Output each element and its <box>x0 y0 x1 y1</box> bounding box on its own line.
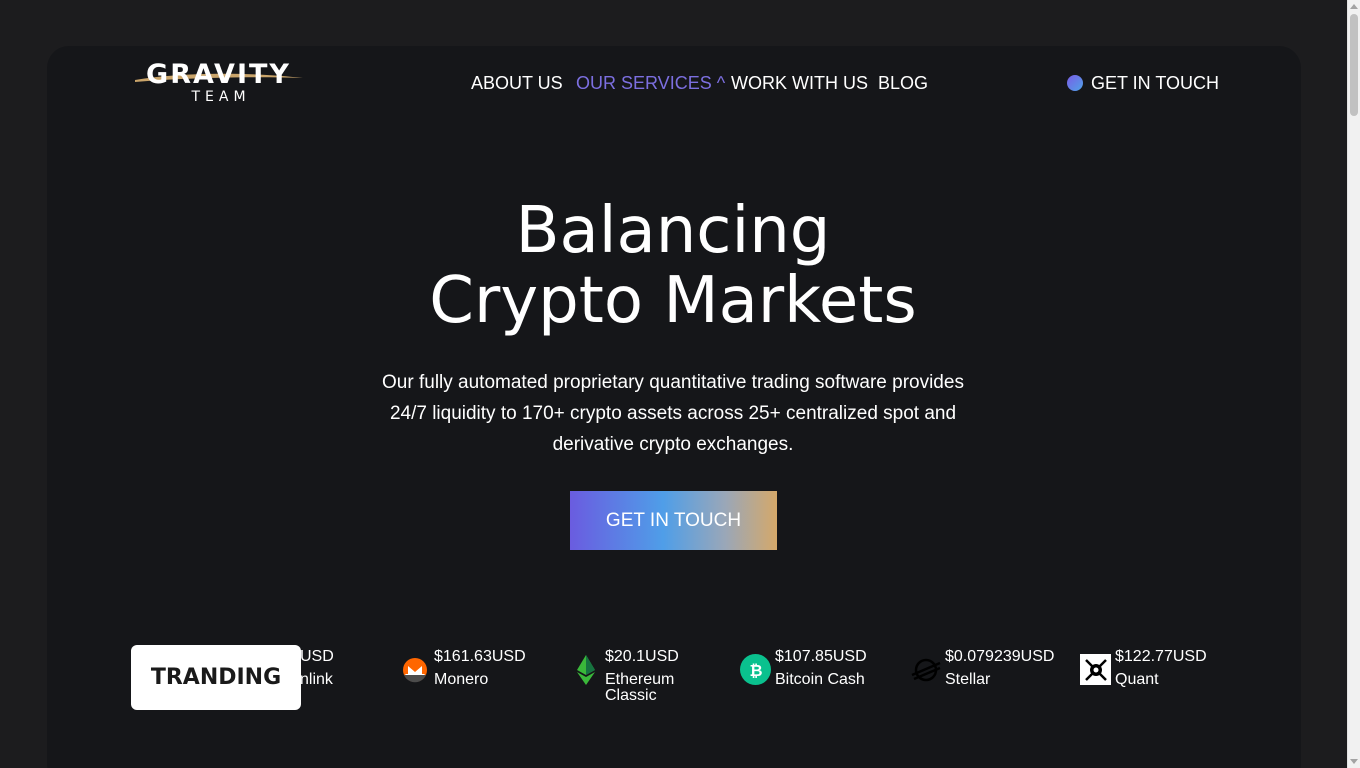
scroll-up-icon[interactable] <box>1350 4 1358 9</box>
ticker-price: $107.85USD <box>775 648 867 665</box>
nav-blog[interactable]: BLOG <box>878 71 928 95</box>
logo-subtitle: TEAM <box>191 89 251 105</box>
page-scrollbar[interactable] <box>1347 0 1360 768</box>
hero-title-line2: Crypto Markets <box>429 264 917 338</box>
hero-title: Balancing Crypto Markets <box>300 196 1046 336</box>
scrollbar-thumb[interactable] <box>1350 14 1358 116</box>
ticker-name: Bitcoin Cash <box>775 671 865 688</box>
quant-icon <box>1080 654 1111 685</box>
hero-subtitle: Our fully automated proprietary quantita… <box>382 372 964 455</box>
brand-logo[interactable]: GRAVITY TEAM <box>131 60 306 106</box>
trending-badge: TRANDING <box>131 645 301 710</box>
hero-title-line1: Balancing <box>515 194 831 268</box>
nav-work-with-us[interactable]: WORK WITH US <box>731 71 868 95</box>
ticker-price: USD <box>300 648 334 665</box>
ticker-name: Monero <box>434 671 489 688</box>
ticker-price: $161.63USD <box>434 648 526 665</box>
scroll-down-icon[interactable] <box>1350 759 1358 764</box>
hero-get-in-touch-button[interactable]: GET IN TOUCH <box>570 491 777 550</box>
nav-our-services[interactable]: OUR SERVICES ^ <box>576 71 725 95</box>
ticker-name: Quant <box>1115 671 1159 688</box>
header-cta-label: GET IN TOUCH <box>1091 73 1220 93</box>
ticker-name: nlink <box>300 671 333 688</box>
ethereum-classic-icon <box>570 654 601 685</box>
ticker-price: $20.1USD <box>605 648 679 665</box>
logo-wordmark: GRAVITY <box>146 59 291 90</box>
monero-icon <box>399 654 430 685</box>
ticker-name: Ethereum Classic <box>605 671 675 704</box>
svg-text:₿: ₿ <box>749 661 762 680</box>
header-get-in-touch[interactable]: GET IN TOUCH <box>1067 71 1219 95</box>
ticker-price: $0.079239USD <box>945 648 1055 665</box>
nav-about-us[interactable]: ABOUT US <box>471 71 563 95</box>
ticker-name: Stellar <box>945 671 991 688</box>
ticker-price: $122.77USD <box>1115 648 1207 665</box>
dot-icon <box>1067 75 1083 91</box>
bitcoin-cash-icon: ₿ <box>740 654 771 685</box>
stellar-icon <box>910 654 941 685</box>
